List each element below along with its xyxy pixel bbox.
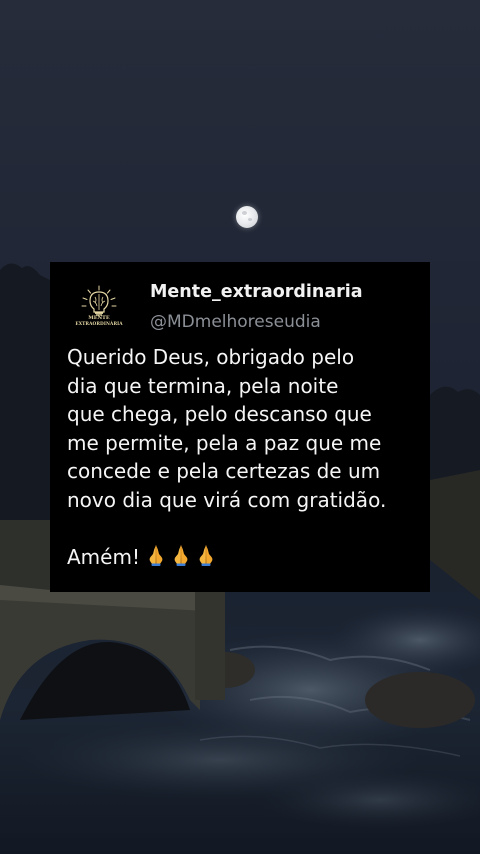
moon-icon	[236, 206, 258, 228]
avatar-wordmark-line2: EXTRAORDINÁRIA	[75, 322, 123, 327]
post-text-line: novo dia que virá com gratidão.	[67, 487, 387, 512]
folded-hands-emoji	[169, 543, 193, 567]
author-display-name[interactable]: Mente_extraordinaria	[150, 280, 363, 304]
emoji-group	[144, 543, 219, 575]
post-text-line: concede e pela certezas de um	[67, 459, 381, 483]
author-handle[interactable]: @MDmelhoreseudia	[150, 310, 321, 334]
post-text: Querido Deus, obrigado pelo dia que term…	[67, 343, 427, 574]
post-text-line: dia que termina, pela noite	[67, 373, 339, 398]
lightbulb-brain-icon	[71, 282, 127, 338]
post-text-line: me permite, pela a paz que me	[67, 430, 382, 455]
post-text-line: que chega, pelo descanso que	[67, 402, 372, 426]
post-text-line: Querido Deus, obrigado pelo	[67, 345, 355, 369]
closing-text: Amém!	[67, 544, 140, 569]
avatar-wordmark-line1: MENTE	[88, 315, 110, 321]
video-frame: MENTE EXTRAORDINÁRIA Mente_extraordinari…	[0, 0, 480, 854]
post-card: MENTE EXTRAORDINÁRIA Mente_extraordinari…	[50, 262, 430, 592]
post-closing-line: Amém!	[67, 543, 427, 575]
avatar: MENTE EXTRAORDINÁRIA	[71, 282, 127, 338]
folded-hands-emoji	[194, 543, 218, 567]
folded-hands-emoji	[144, 543, 168, 567]
